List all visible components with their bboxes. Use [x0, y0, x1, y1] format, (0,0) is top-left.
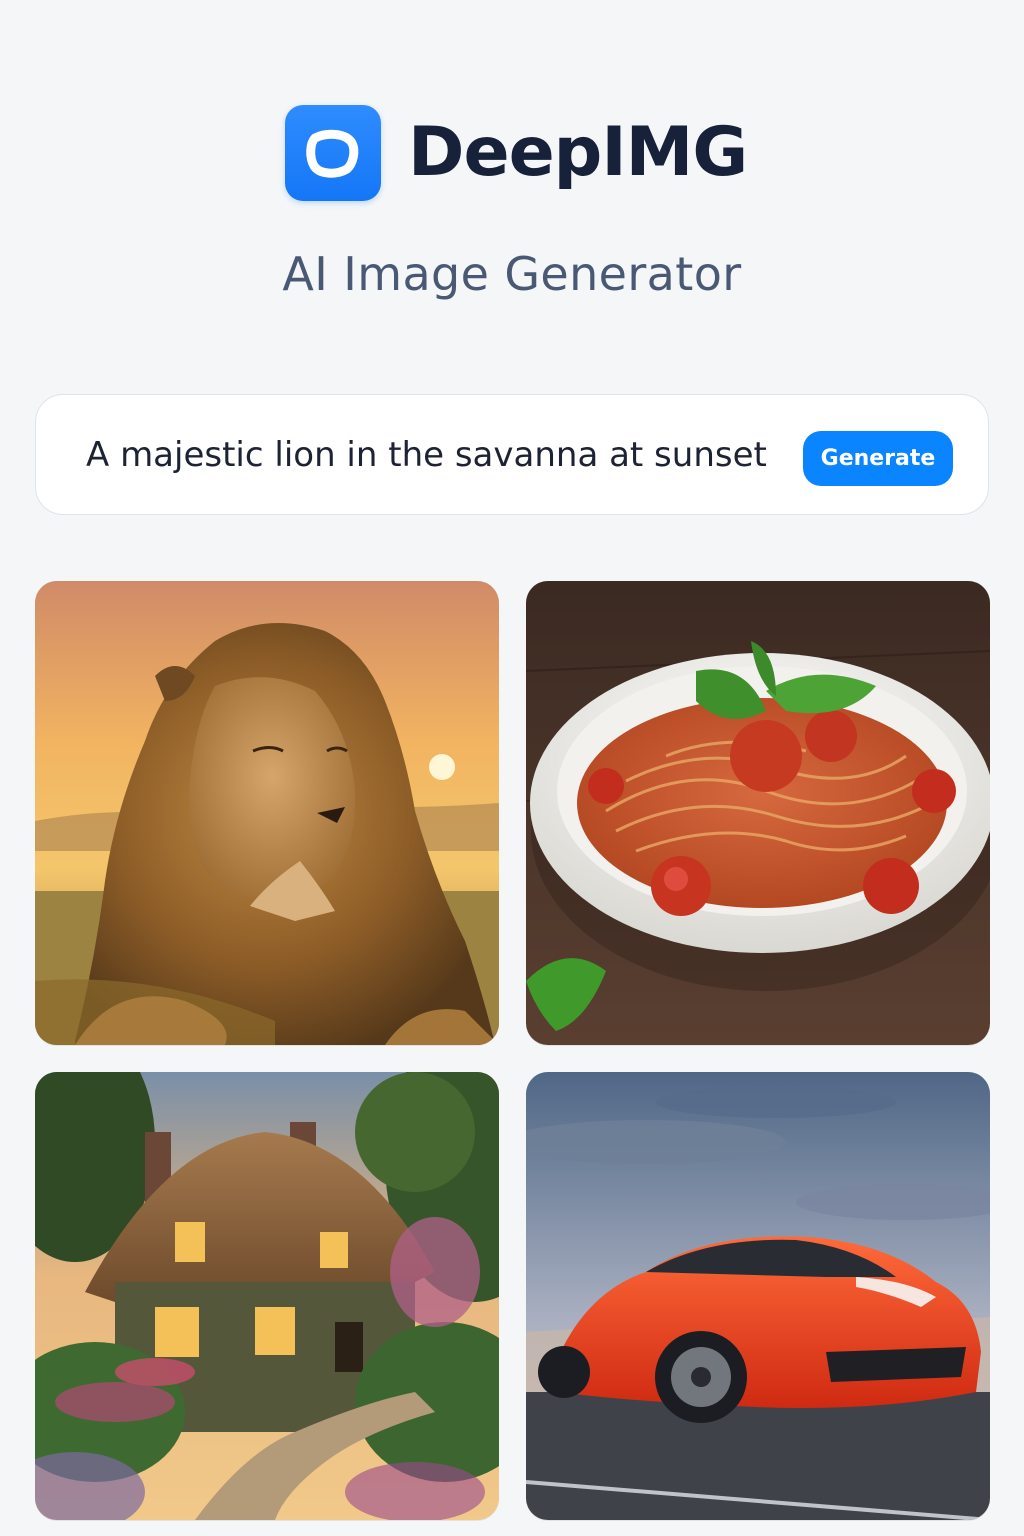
- prompt-card: Generate: [35, 394, 989, 515]
- generate-button[interactable]: Generate: [803, 431, 953, 486]
- app-tagline: AI Image Generator: [282, 247, 742, 301]
- pasta-image: [526, 581, 990, 1045]
- lion-image: [35, 581, 499, 1045]
- logo-mark-icon: [306, 129, 359, 178]
- app-header: DeepIMG AI Image Generator: [0, 0, 1024, 360]
- car-image: [526, 1072, 990, 1520]
- logo-icon: [285, 105, 381, 201]
- cottage-image: [35, 1072, 499, 1520]
- generated-image-car[interactable]: [526, 1072, 990, 1520]
- app-name: DeepIMG: [408, 113, 748, 192]
- brand-row: DeepIMG: [285, 105, 748, 201]
- generated-image-lion[interactable]: [35, 581, 499, 1045]
- generated-image-cottage[interactable]: [35, 1072, 499, 1520]
- prompt-input[interactable]: [86, 432, 786, 478]
- generated-image-pasta[interactable]: [526, 581, 990, 1045]
